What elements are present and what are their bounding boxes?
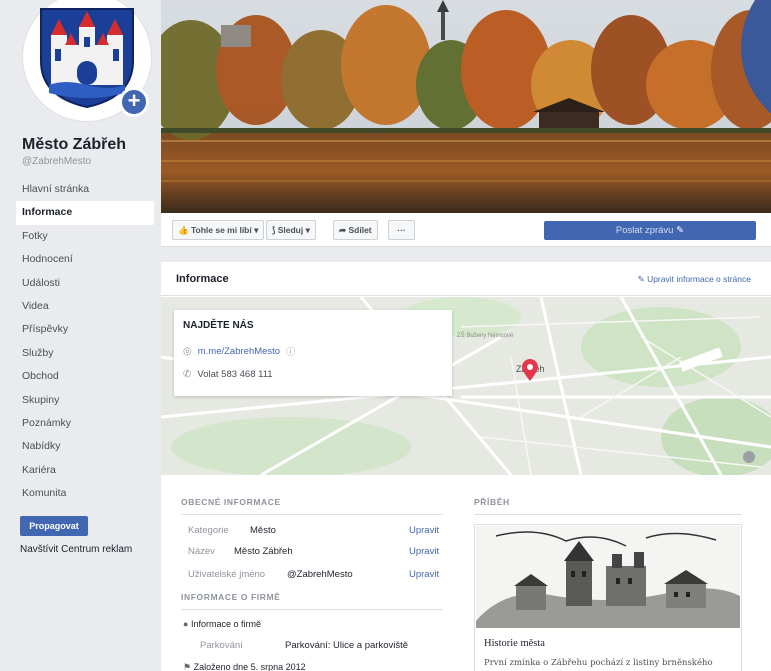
username-label: Uživatelské jméno	[188, 569, 266, 580]
like-button[interactable]: 👍 Tohle se mi líbí ▾	[172, 220, 265, 240]
name-value: Město Zábřeh	[234, 546, 293, 557]
info-title: Informace	[176, 273, 229, 285]
category-label: Kategorie	[188, 525, 229, 536]
send-message-button[interactable]: Poslat zprávu ✎	[544, 221, 756, 240]
sidebar-item-1[interactable]: Hlavní stránka	[16, 178, 154, 201]
historic-town-sketch	[476, 526, 740, 628]
find-us-title: NAJDĚTE NÁS	[183, 320, 254, 331]
edit-category-link[interactable]: Upravit	[409, 525, 439, 536]
thumbs-up-icon: 👍	[178, 225, 189, 235]
story-heading: Historie města	[484, 638, 545, 649]
sidebar-item-7[interactable]: Příspěvky	[16, 318, 154, 341]
founded-label: Založeno dne 5. srpna 2012	[193, 662, 306, 671]
company-info-title: INFORMACE O FIRMĚ	[181, 592, 281, 602]
send-message-label: Poslat zprávu	[615, 225, 674, 236]
more-button[interactable]: ···	[388, 220, 415, 240]
name-label: Název	[188, 546, 215, 557]
like-label: Tohle se mi líbí	[190, 225, 252, 235]
username-value: @ZabrehMesto	[287, 569, 353, 580]
edit-page-info-label: Upravit informace o stránce	[647, 274, 751, 284]
story-image	[476, 526, 740, 628]
messenger-icon: ◎	[183, 346, 192, 357]
page-name[interactable]: Město Zábřeh	[22, 136, 126, 154]
sidebar-item-11[interactable]: Poznámky	[16, 412, 154, 435]
phone-row[interactable]: ✆ Volat 583 468 111	[183, 369, 273, 380]
sidebar-item-3[interactable]: Fotky	[16, 225, 154, 248]
messenger-row[interactable]: ◎ m.me/ZabrehMesto ⓘ	[183, 345, 295, 358]
edit-page-info-link[interactable]: ✎ Upravit informace o stránce	[638, 274, 751, 285]
plus-icon: +	[127, 88, 141, 113]
divider	[181, 514, 443, 515]
story-title: PŘÍBĚH	[474, 497, 510, 507]
divider	[474, 514, 742, 515]
sidebar-item-12[interactable]: Nabídky	[16, 435, 154, 458]
location-map[interactable]: ZŠ Boženy Němcové Zábřeh NAJDĚTE NÁS ◎ m…	[161, 297, 771, 475]
left-sidebar: + Město Zábřeh @ZabrehMesto Hlavní strán…	[0, 0, 160, 671]
company-info-row: ● Informace o firmě	[183, 619, 261, 629]
edit-name-link[interactable]: Upravit	[409, 546, 439, 557]
story-text: První zmínka o Zábřehu pochází z listiny…	[484, 658, 713, 668]
flag-icon: ⚑	[183, 662, 192, 671]
share-button[interactable]: ➦ Sdílet	[333, 220, 378, 240]
sidebar-item-14[interactable]: Komunita	[16, 482, 154, 505]
category-value: Město	[250, 525, 276, 536]
add-photo-button[interactable]: +	[119, 87, 149, 117]
map-pin-icon	[522, 359, 538, 381]
sidebar-item-5[interactable]: Události	[16, 272, 154, 295]
founded-row: ⚑ Založeno dne 5. srpna 2012	[183, 662, 306, 671]
page-action-bar: 👍 Tohle se mi líbí ▾ ⟆ Sleduj ▾ ➦ Sdílet…	[161, 213, 771, 247]
sidebar-item-8[interactable]: Služby	[16, 342, 154, 365]
cover-photo[interactable]	[161, 0, 771, 213]
page-handle: @ZabrehMesto	[22, 156, 92, 167]
chevron-down-icon: ▾	[305, 225, 310, 235]
map-area-label: ZŠ Boženy Němcové	[457, 332, 514, 339]
messenger-link[interactable]: m.me/ZabrehMesto	[198, 346, 280, 357]
info-header: Informace ✎ Upravit informace o stránce	[161, 262, 771, 296]
phone-icon: ✆	[183, 369, 192, 380]
sidebar-item-10[interactable]: Skupiny	[16, 389, 154, 412]
info-icon: ⓘ	[286, 347, 296, 357]
promote-button[interactable]: Propagovat	[20, 516, 88, 536]
lake-autumn-photo	[161, 0, 771, 213]
info-card: Informace ✎ Upravit informace o stránce	[161, 262, 771, 671]
phone-number[interactable]: Volat 583 468 111	[197, 369, 272, 380]
rss-icon: ⟆	[272, 225, 276, 235]
follow-label: Sleduj	[277, 225, 304, 235]
facebook-logo-icon	[741, 0, 771, 135]
ads-center-link[interactable]: Navštívit Centrum reklam	[20, 544, 132, 555]
sidebar-item-9[interactable]: Obchod	[16, 365, 154, 388]
chevron-down-icon: ▾	[254, 225, 259, 235]
follow-button[interactable]: ⟆ Sleduj ▾	[266, 220, 316, 240]
find-us-box: NAJDĚTE NÁS ◎ m.me/ZabrehMesto ⓘ ✆ Volat…	[174, 310, 452, 396]
sidebar-item-6[interactable]: Videa	[16, 295, 154, 318]
sidebar-item-2[interactable]: Informace	[16, 201, 154, 225]
parking-label: Parkování	[200, 640, 243, 651]
story-card[interactable]: Historie města První zmínka o Zábřehu po…	[474, 524, 742, 671]
pencil-icon: ✎	[637, 274, 645, 284]
pencil-icon: ✎	[676, 225, 685, 236]
company-info-label: Informace o firmě	[190, 619, 261, 629]
edit-username-link[interactable]: Upravit	[409, 569, 439, 580]
sidebar-item-13[interactable]: Kariéra	[16, 459, 154, 482]
share-label: Sdílet	[348, 225, 372, 235]
share-arrow-icon: ➦	[339, 225, 347, 235]
info-circle-icon: ●	[183, 619, 189, 629]
divider	[181, 609, 443, 610]
sidebar-nav: Hlavní stránka Informace Fotky Hodnocení Udá…	[16, 178, 154, 505]
parking-value: Parkování: Ulice a parkoviště	[285, 640, 409, 651]
sidebar-item-4[interactable]: Hodnocení	[16, 248, 154, 271]
general-info-title: OBECNÉ INFORMACE	[181, 497, 281, 507]
